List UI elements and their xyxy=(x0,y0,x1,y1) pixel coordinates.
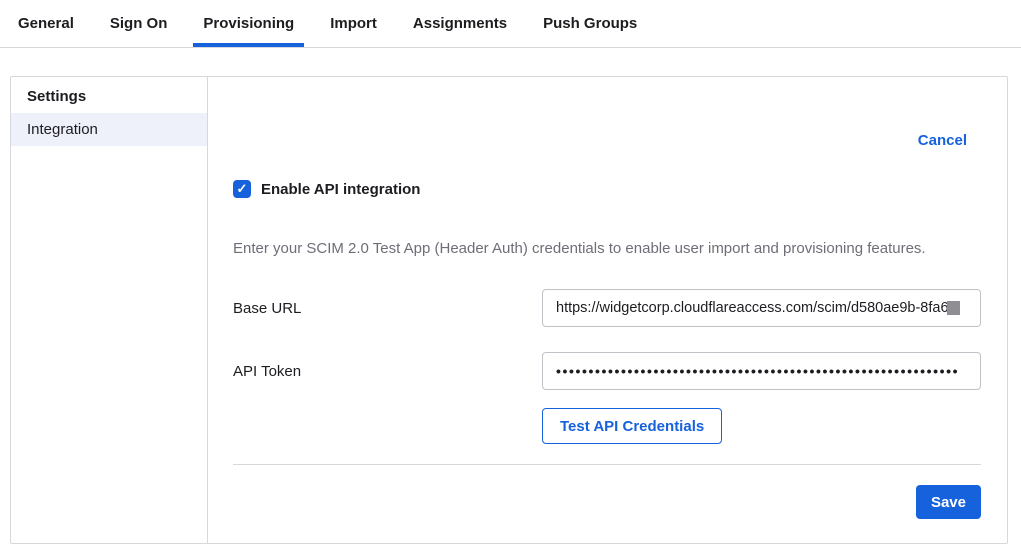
enable-api-integration-label: Enable API integration xyxy=(261,181,420,198)
enable-api-integration-row: ✓ Enable API integration xyxy=(233,180,981,198)
text-overflow-marker xyxy=(947,301,960,315)
api-token-masked-value: ••••••••••••••••••••••••••••••••••••••••… xyxy=(556,363,959,379)
tab-general[interactable]: General xyxy=(8,0,84,47)
provisioning-panel: Settings Integration Cancel ✓ Enable API… xyxy=(10,76,1008,544)
cancel-row: Cancel xyxy=(233,77,981,150)
api-token-input[interactable]: ••••••••••••••••••••••••••••••••••••••••… xyxy=(542,352,981,390)
credentials-description: Enter your SCIM 2.0 Test App (Header Aut… xyxy=(233,240,981,257)
sidebar-header: Settings xyxy=(11,77,207,113)
settings-sidebar: Settings Integration xyxy=(11,77,208,543)
api-token-label: API Token xyxy=(233,363,542,380)
content-divider xyxy=(233,464,981,465)
save-row: Save xyxy=(233,485,981,519)
base-url-value: https://widgetcorp.cloudflareaccess.com/… xyxy=(556,300,949,316)
enable-api-integration-checkbox[interactable]: ✓ xyxy=(233,180,251,198)
cancel-button[interactable]: Cancel xyxy=(918,132,967,149)
save-button[interactable]: Save xyxy=(916,485,981,519)
test-credentials-row: Test API Credentials xyxy=(233,408,981,444)
tab-provisioning[interactable]: Provisioning xyxy=(193,0,304,47)
base-url-row: Base URL https://widgetcorp.cloudflareac… xyxy=(233,289,981,327)
integration-settings-content: Cancel ✓ Enable API integration Enter yo… xyxy=(208,77,1007,543)
base-url-input[interactable]: https://widgetcorp.cloudflareaccess.com/… xyxy=(542,289,981,327)
app-tab-bar: General Sign On Provisioning Import Assi… xyxy=(0,0,1021,48)
tab-push-groups[interactable]: Push Groups xyxy=(533,0,647,47)
base-url-label: Base URL xyxy=(233,300,542,317)
tab-assignments[interactable]: Assignments xyxy=(403,0,517,47)
tab-sign-on[interactable]: Sign On xyxy=(100,0,178,47)
test-api-credentials-button[interactable]: Test API Credentials xyxy=(542,408,722,444)
api-token-row: API Token ••••••••••••••••••••••••••••••… xyxy=(233,352,981,390)
tab-import[interactable]: Import xyxy=(320,0,387,47)
sidebar-item-integration[interactable]: Integration xyxy=(11,113,207,146)
